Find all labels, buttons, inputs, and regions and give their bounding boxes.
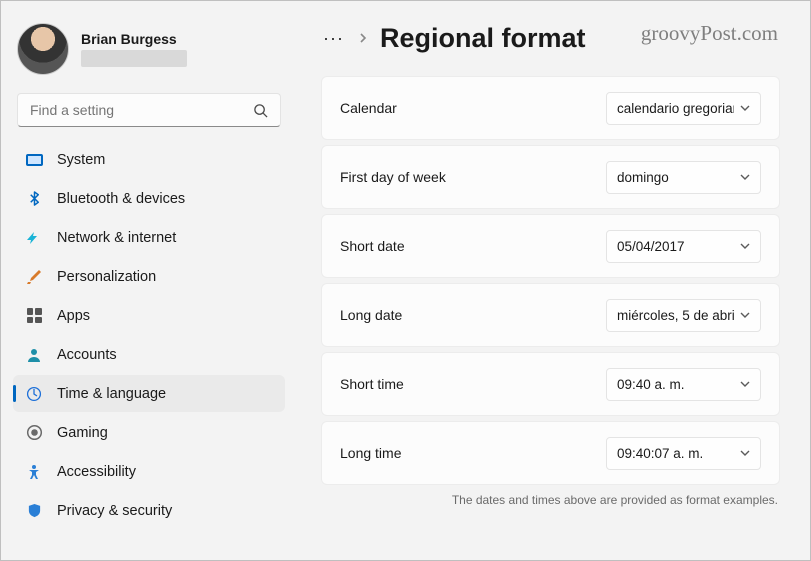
card-long-date: Long date miércoles, 5 de abril de 2017	[321, 283, 780, 347]
profile-name: Brian Burgess	[81, 31, 187, 47]
card-label: First day of week	[340, 169, 446, 185]
chevron-down-icon	[740, 241, 750, 251]
sidebar-item-label: Time & language	[57, 386, 166, 402]
sidebar-item-label: Personalization	[57, 269, 156, 285]
select-calendar[interactable]: calendario gregoriano	[606, 92, 761, 125]
chevron-down-icon	[740, 103, 750, 113]
select-short-date[interactable]: 05/04/2017	[606, 230, 761, 263]
card-label: Long time	[340, 445, 401, 461]
sidebar-item-label: Gaming	[57, 425, 108, 441]
sidebar: Brian Burgess System Bluetooth & devices	[1, 1, 293, 560]
card-short-date: Short date 05/04/2017	[321, 214, 780, 278]
sidebar-item-network[interactable]: Network & internet	[13, 219, 285, 256]
breadcrumb: ··· Regional format	[321, 23, 780, 54]
chevron-down-icon	[740, 172, 750, 182]
select-short-time[interactable]: 09:40 a. m.	[606, 368, 761, 401]
settings-cards: Calendar calendario gregoriano First day…	[321, 76, 780, 485]
bluetooth-icon	[25, 190, 43, 208]
paintbrush-icon	[25, 268, 43, 286]
content-area: groovyPost.com ··· Regional format Calen…	[293, 1, 810, 560]
profile-block[interactable]: Brian Burgess	[13, 19, 285, 93]
avatar	[17, 23, 69, 75]
wifi-icon	[25, 229, 43, 247]
system-icon	[25, 151, 43, 169]
accounts-icon	[25, 346, 43, 364]
select-value: miércoles, 5 de abril de 2017	[617, 308, 734, 323]
sidebar-item-label: Accessibility	[57, 464, 136, 480]
sidebar-item-time-language[interactable]: Time & language	[13, 375, 285, 412]
sidebar-item-accounts[interactable]: Accounts	[13, 336, 285, 373]
select-value: calendario gregoriano	[617, 101, 734, 116]
chevron-down-icon	[740, 310, 750, 320]
breadcrumb-ellipsis[interactable]: ···	[321, 28, 346, 49]
sidebar-nav: System Bluetooth & devices Network & int…	[13, 141, 285, 529]
sidebar-item-system[interactable]: System	[13, 141, 285, 178]
card-label: Short time	[340, 376, 404, 392]
sidebar-item-label: Privacy & security	[57, 503, 172, 519]
select-value: 09:40:07 a. m.	[617, 446, 703, 461]
sidebar-item-label: Bluetooth & devices	[57, 191, 185, 207]
apps-icon	[25, 307, 43, 325]
select-value: domingo	[617, 170, 669, 185]
chevron-down-icon	[740, 448, 750, 458]
sidebar-item-gaming[interactable]: Gaming	[13, 414, 285, 451]
sidebar-item-label: Accounts	[57, 347, 117, 363]
select-long-time[interactable]: 09:40:07 a. m.	[606, 437, 761, 470]
card-short-time: Short time 09:40 a. m.	[321, 352, 780, 416]
sidebar-item-label: Network & internet	[57, 230, 176, 246]
settings-window: Brian Burgess System Bluetooth & devices	[0, 0, 811, 561]
card-label: Long date	[340, 307, 402, 323]
card-long-time: Long time 09:40:07 a. m.	[321, 421, 780, 485]
card-calendar: Calendar calendario gregoriano	[321, 76, 780, 140]
search-input[interactable]	[30, 102, 243, 118]
card-label: Calendar	[340, 100, 397, 116]
sidebar-item-bluetooth[interactable]: Bluetooth & devices	[13, 180, 285, 217]
chevron-down-icon	[740, 379, 750, 389]
search-box[interactable]	[17, 93, 281, 127]
select-long-date[interactable]: miércoles, 5 de abril de 2017	[606, 299, 761, 332]
globe-clock-icon	[25, 385, 43, 403]
card-first-day: First day of week domingo	[321, 145, 780, 209]
select-value: 09:40 a. m.	[617, 377, 685, 392]
footnote: The dates and times above are provided a…	[321, 493, 778, 507]
gaming-icon	[25, 424, 43, 442]
accessibility-icon	[25, 463, 43, 481]
search-icon	[253, 103, 268, 118]
sidebar-item-personalization[interactable]: Personalization	[13, 258, 285, 295]
select-first-day[interactable]: domingo	[606, 161, 761, 194]
sidebar-item-label: Apps	[57, 308, 90, 324]
sidebar-item-apps[interactable]: Apps	[13, 297, 285, 334]
page-title: Regional format	[380, 23, 586, 54]
select-value: 05/04/2017	[617, 239, 685, 254]
sidebar-item-label: System	[57, 152, 105, 168]
shield-icon	[25, 502, 43, 520]
chevron-right-icon	[358, 32, 368, 46]
profile-email-redacted	[81, 50, 187, 67]
card-label: Short date	[340, 238, 405, 254]
sidebar-item-accessibility[interactable]: Accessibility	[13, 453, 285, 490]
sidebar-item-privacy[interactable]: Privacy & security	[13, 492, 285, 529]
